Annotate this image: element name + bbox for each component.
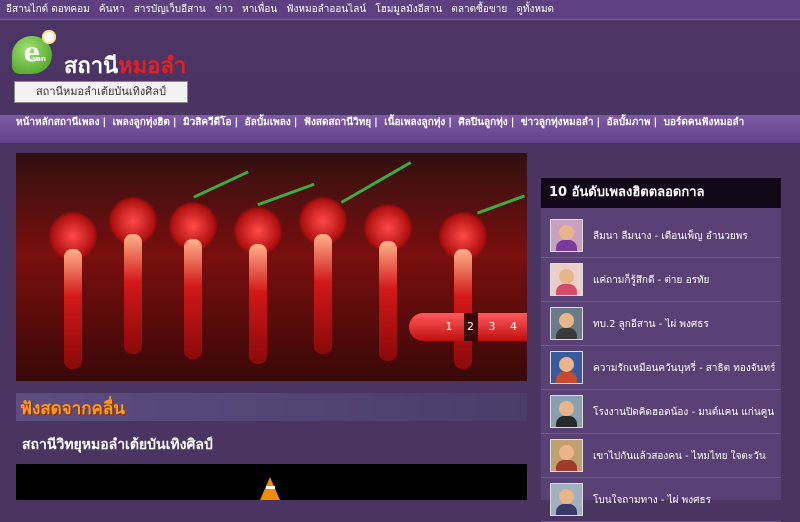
image-slider[interactable]: 1 2 3 4	[16, 153, 527, 381]
song-item[interactable]: ลืมนา ลืมนาง - เดือนเพ็ญ อำนวยพร	[541, 215, 781, 258]
slider-page-4[interactable]: 4	[507, 313, 521, 341]
dancer-figure	[233, 206, 283, 381]
song-item[interactable]: โรงงานปิดคิดฮอดน้อง - มนต์แคน แก่นคูน	[541, 391, 781, 434]
song-item[interactable]: ความรักเหมือนควันบุหรี่ - สาธิต ทองจันทร…	[541, 347, 781, 390]
song-thumbnail	[550, 219, 583, 252]
nav-home[interactable]: หน้าหลักสถานีเพลง	[16, 117, 99, 128]
nav-artists[interactable]: ศิลปินลูกทุ่ง	[458, 117, 507, 128]
song-item[interactable]: โบนใจถามทาง - ไผ่ พงศธร	[541, 479, 781, 522]
media-player[interactable]	[16, 464, 527, 500]
dancer-figure	[168, 201, 218, 381]
dancer-figure	[298, 196, 348, 381]
main-nav: หน้าหลักสถานีเพลง | เพลงลูกทุ่งฮิต | มิวสิ…	[0, 115, 800, 143]
station-title: สถานีวิทยุหมอลำเต้ยบันเทิงศิลป์	[22, 437, 213, 453]
song-title: ลืมนา ลืมนาง - เดือนเพ็ญ อำนวยพร	[593, 231, 748, 242]
nav-hit-songs[interactable]: เพลงลูกทุ่งฮิต	[113, 117, 170, 128]
song-title: โรงงานปิดคิดฮอดน้อง - มนต์แคน แก่นคูน	[593, 407, 775, 418]
song-thumbnail	[550, 351, 583, 384]
song-thumbnail	[550, 439, 583, 472]
nav-albums[interactable]: อัลบั้มเพลง	[245, 117, 291, 128]
nav-board[interactable]: บอร์ดคนฟังหมอลำ	[664, 117, 745, 128]
top-links-bar: อีสานไกด์ ดอทคอม ค้นหา สารบัญเว็บอีสาน ข…	[0, 0, 800, 20]
logo-flower-icon	[42, 30, 56, 44]
song-title: ความรักเหมือนควันบุหรี่ - สาธิต ทองจันทร…	[593, 363, 776, 374]
top-link-homemoon[interactable]: โฮมมูลมังอีสาน	[375, 4, 442, 15]
site-title: สถานีหมอลำ	[64, 54, 187, 79]
top-link-news[interactable]: ข่าว	[215, 4, 233, 15]
slider-page-3[interactable]: 3	[485, 313, 499, 341]
top-link-listen-online[interactable]: ฟังหมอลำออนไลน์	[286, 4, 366, 15]
vlc-cone-stripe	[266, 486, 275, 489]
top-link-market[interactable]: ตลาดซื้อขาย	[451, 4, 507, 15]
dancer-figure	[108, 196, 158, 381]
song-item[interactable]: เขาไปกันแล้วสองคน - ไหมไทย ใจตะวัน	[541, 435, 781, 478]
top-link-friends[interactable]: หาเพื่อน	[242, 4, 277, 15]
slider-pager: 1 2 3 4	[409, 313, 527, 341]
song-thumbnail	[550, 395, 583, 428]
stage-light	[476, 194, 526, 215]
top-link-isanguide[interactable]: อีสานไกด์ ดอทคอม	[6, 4, 90, 15]
dancer-figure	[438, 211, 488, 381]
top-link-directory[interactable]: สารบัญเว็บอีสาน	[134, 4, 206, 15]
song-item[interactable]: แค่ถามก็รู้สึกดี - ต่าย อรทัย	[541, 259, 781, 302]
top-songs-panel: 10 อันดับเพลงฮิตตลอดกาล ลืมนา ลืมนาง - เ…	[541, 178, 781, 522]
stage-light	[340, 161, 412, 204]
slider-page-2[interactable]: 2	[463, 313, 478, 341]
nav-news[interactable]: ข่าวลูกทุ่งหมอลำ	[521, 117, 594, 128]
live-banner: ฟังสดจากคลื่น	[16, 393, 527, 421]
song-thumbnail	[550, 263, 583, 296]
live-banner-title: ฟังสดจากคลื่น	[20, 399, 125, 419]
song-title: โบนใจถามทาง - ไผ่ พงศธร	[593, 495, 711, 506]
song-title: เขาไปกันแล้วสองคน - ไหมไทย ใจตะวัน	[593, 451, 766, 462]
top-link-search[interactable]: ค้นหา	[99, 4, 125, 15]
song-thumbnail	[550, 307, 583, 340]
nav-music-video[interactable]: มิวสิควีดีโอ	[183, 117, 232, 128]
nav-live-radio[interactable]: ฟังสดสถานีวิทยุ	[304, 117, 371, 128]
song-title: แค่ถามก็รู้สึกดี - ต่าย อรทัย	[593, 275, 710, 286]
top-link-view-all[interactable]: ดูทั้งหมด	[516, 4, 554, 15]
song-item[interactable]: ทบ.2 ลูกอีสาน - ไผ่ พงศธร	[541, 303, 781, 346]
slider-page-1[interactable]: 1	[442, 313, 456, 341]
site-tagline: สถานีหมอลำเต้ยบันเทิงศิลป์	[14, 81, 188, 103]
dancer-figure	[363, 203, 413, 381]
top-songs-title: 10 อันดับเพลงฮิตตลอดกาล	[541, 178, 781, 208]
song-title: ทบ.2 ลูกอีสาน - ไผ่ พงศธร	[593, 319, 709, 330]
nav-photo-albums[interactable]: อัลบั้มภาพ	[607, 117, 651, 128]
site-header: e san สถานีหมอลำ สถานีหมอลำเต้ยบันเทิงศิ…	[0, 20, 800, 115]
logo-small-text: san	[32, 55, 46, 63]
dancer-figure	[48, 211, 98, 381]
stage-light	[193, 170, 249, 199]
nav-lyrics[interactable]: เนื้อเพลงลูกทุ่ง	[384, 117, 445, 128]
